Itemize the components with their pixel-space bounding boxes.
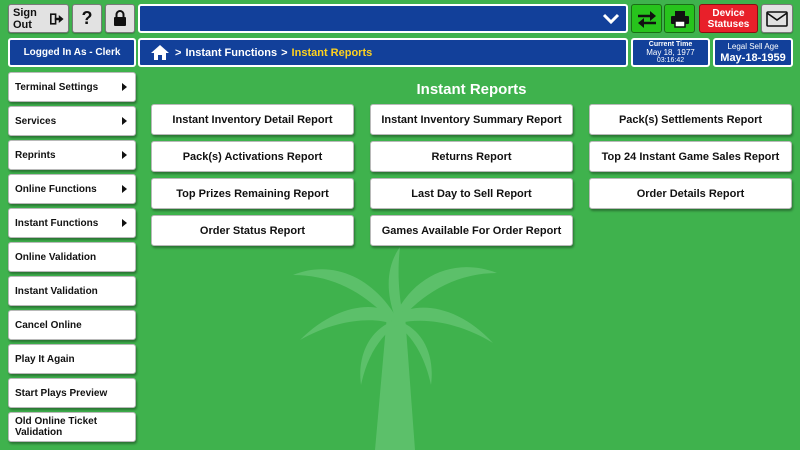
sidebar-item-label: Online Validation — [15, 251, 97, 263]
current-time-box: Current Time May 18, 1977 03:16:42 — [631, 38, 710, 67]
sidebar-item-play-it-again[interactable]: Play It Again — [8, 344, 136, 374]
legal-age-date: May-18-1959 — [720, 52, 786, 64]
sidebar-item-label: Instant Validation — [15, 285, 98, 297]
sidebar-item-services[interactable]: Services — [8, 106, 136, 136]
palm-tree-watermark — [293, 247, 497, 450]
legal-age-label: Legal Sell Age — [727, 42, 779, 51]
report-button-last-day-to-sell[interactable]: Last Day to Sell Report — [370, 178, 573, 209]
swap-button[interactable] — [631, 4, 662, 33]
sidebar-item-instant-functions[interactable]: Instant Functions — [8, 208, 136, 238]
sidebar-item-cancel-online[interactable]: Cancel Online — [8, 310, 136, 340]
help-label: ? — [81, 8, 93, 28]
report-button-instant-inventory-summary[interactable]: Instant Inventory Summary Report — [370, 104, 573, 135]
report-button-order-details[interactable]: Order Details Report — [589, 178, 792, 209]
report-button-label: Order Status Report — [199, 224, 306, 237]
report-button-packs-settlements[interactable]: Pack(s) Settlements Report — [589, 104, 792, 135]
swap-arrows-icon — [637, 10, 656, 28]
report-button-label: Instant Inventory Detail Report — [172, 113, 333, 126]
report-button-games-available-for-order[interactable]: Games Available For Order Report — [370, 215, 573, 246]
sidebar-item-label: Old Online Ticket Validation — [15, 416, 98, 438]
report-button-label: Games Available For Order Report — [381, 224, 562, 237]
logged-in-label: Logged In As - Clerk — [23, 47, 121, 58]
sidebar-item-terminal-settings[interactable]: Terminal Settings — [8, 72, 136, 102]
report-button-label: Top Prizes Remaining Report — [176, 187, 329, 200]
chevron-right-icon — [122, 83, 127, 91]
breadcrumb-separator-1: > — [175, 46, 182, 59]
sidebar-item-online-validation[interactable]: Online Validation — [8, 242, 136, 272]
report-button-label: Instant Inventory Summary Report — [381, 113, 562, 126]
sidebar-item-label: Cancel Online — [15, 319, 82, 331]
breadcrumb-item-instant-functions[interactable]: Instant Functions — [185, 47, 277, 59]
report-button-label: Top 24 Instant Game Sales Report — [601, 150, 780, 163]
sidebar-item-label: Instant Functions — [15, 217, 99, 229]
top-dropdown-bar[interactable] — [138, 4, 628, 33]
page-title: Instant Reports — [416, 81, 527, 98]
logged-in-box: Logged In As - Clerk — [8, 38, 136, 67]
sidebar-item-online-functions[interactable]: Online Functions — [8, 174, 136, 204]
report-button-label: Pack(s) Activations Report — [182, 150, 323, 163]
sidebar-item-label: Reprints — [15, 149, 56, 161]
sidebar-item-old-online-ticket-validation[interactable]: Old Online Ticket Validation — [8, 412, 136, 442]
lock-icon — [114, 10, 126, 26]
current-time: 03:16:42 — [656, 57, 685, 64]
help-button[interactable]: ? — [72, 4, 102, 33]
report-button-label: Order Details Report — [636, 187, 745, 200]
chevron-right-icon — [122, 219, 127, 227]
printer-icon — [670, 10, 689, 28]
report-button-label: Pack(s) Settlements Report — [618, 113, 763, 126]
current-date: May 18, 1977 — [646, 48, 695, 57]
legal-age-box: Legal Sell Age May-18-1959 — [713, 38, 793, 67]
print-button[interactable] — [664, 4, 695, 33]
sidebar-item-label: Online Functions — [15, 183, 97, 195]
sign-out-icon — [49, 12, 64, 25]
device-statuses-line1: Device — [712, 7, 745, 19]
report-button-instant-inventory-detail[interactable]: Instant Inventory Detail Report — [151, 104, 354, 135]
sidebar-item-start-plays-preview[interactable]: Start Plays Preview — [8, 378, 136, 408]
sidebar-item-reprints[interactable]: Reprints — [8, 140, 136, 170]
sign-out-label: Sign Out — [13, 6, 37, 31]
device-statuses-button[interactable]: Device Statuses — [699, 4, 758, 33]
chevron-right-icon — [122, 185, 127, 193]
sidebar-item-label: Start Plays Preview — [15, 387, 108, 399]
report-button-label: Returns Report — [431, 150, 512, 163]
chevron-down-icon — [602, 13, 620, 25]
home-icon[interactable] — [150, 44, 170, 61]
lock-button[interactable] — [105, 4, 135, 33]
report-button-label: Last Day to Sell Report — [411, 187, 532, 200]
device-statuses-line2: Statuses — [707, 18, 750, 30]
report-button-top-24-instant-game-sales[interactable]: Top 24 Instant Game Sales Report — [589, 141, 792, 172]
report-button-order-status[interactable]: Order Status Report — [151, 215, 354, 246]
breadcrumb-item-instant-reports: Instant Reports — [291, 46, 373, 59]
breadcrumb: > Instant Functions > Instant Reports — [138, 38, 628, 67]
breadcrumb-separator-2: > — [281, 46, 288, 59]
report-button-packs-activations[interactable]: Pack(s) Activations Report — [151, 141, 354, 172]
report-button-returns[interactable]: Returns Report — [370, 141, 573, 172]
messages-button[interactable] — [761, 4, 793, 33]
chevron-right-icon — [122, 117, 127, 125]
chevron-right-icon — [122, 151, 127, 159]
sidebar-item-label: Terminal Settings — [15, 81, 99, 93]
report-button-top-prizes-remaining[interactable]: Top Prizes Remaining Report — [151, 178, 354, 209]
sidebar-item-instant-validation[interactable]: Instant Validation — [8, 276, 136, 306]
sidebar-item-label: Services — [15, 115, 57, 127]
sign-out-button[interactable]: Sign Out — [8, 4, 69, 33]
mail-icon — [766, 10, 788, 27]
sidebar-item-label: Play It Again — [15, 353, 75, 365]
